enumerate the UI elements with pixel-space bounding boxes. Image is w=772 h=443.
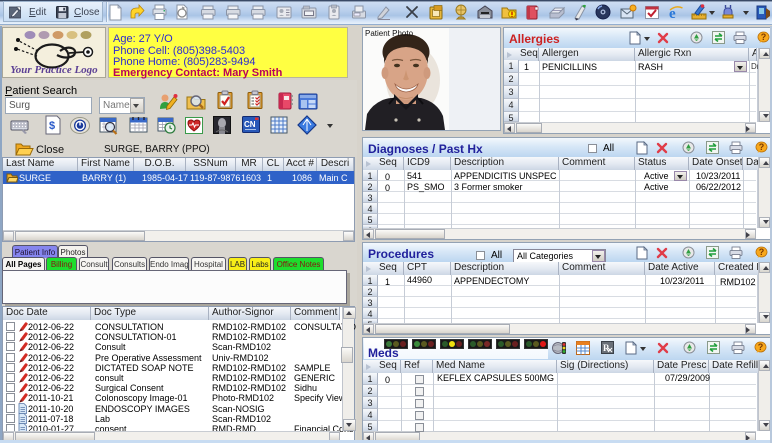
svg-text:$: $ <box>49 120 55 132</box>
svg-text:CN: CN <box>244 120 256 129</box>
svg-text:?: ? <box>761 32 767 42</box>
svg-text:?: ? <box>758 342 764 352</box>
svg-text:?: ? <box>759 142 765 152</box>
svg-text:?: ? <box>759 247 765 257</box>
